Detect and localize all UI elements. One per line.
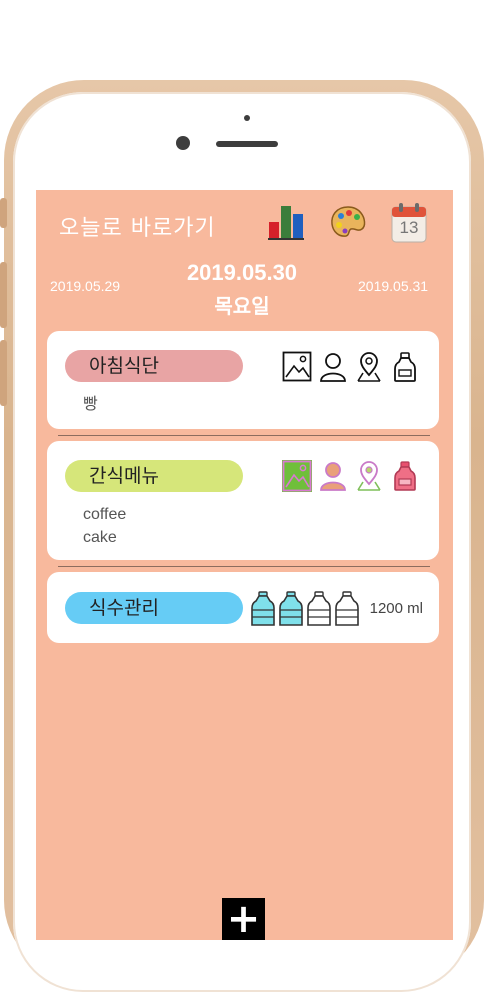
snack-card[interactable]: 간식메뉴 coffee cake bbox=[47, 441, 439, 560]
water-bottles bbox=[250, 591, 362, 627]
bottle-icon[interactable] bbox=[390, 460, 420, 492]
previous-date[interactable]: 2019.05.29 bbox=[50, 278, 120, 294]
bottle-icon[interactable] bbox=[390, 351, 420, 383]
breakfast-items: 빵 bbox=[83, 393, 98, 416]
breakfast-label: 아침식단 bbox=[65, 350, 243, 382]
phone-side-button bbox=[0, 198, 7, 228]
earpiece-speaker bbox=[216, 141, 278, 147]
current-weekday: 목요일 bbox=[214, 294, 270, 318]
water-amount: 1200 ml bbox=[369, 600, 423, 617]
water-bottle-filled-icon[interactable] bbox=[250, 591, 276, 627]
water-bottle-filled-icon[interactable] bbox=[278, 591, 304, 627]
divider bbox=[58, 566, 430, 567]
water-bottle-empty-icon[interactable] bbox=[306, 591, 332, 627]
breakfast-card[interactable]: 아침식단 빵 bbox=[47, 331, 439, 429]
palette-icon[interactable] bbox=[328, 202, 368, 242]
go-to-today-link[interactable]: 오늘로 바로가기 bbox=[59, 210, 216, 242]
water-bottle-empty-icon[interactable] bbox=[334, 591, 360, 627]
phone-side-button bbox=[0, 340, 7, 406]
calendar-icon[interactable]: 13 bbox=[390, 202, 428, 244]
image-icon[interactable] bbox=[282, 460, 312, 492]
front-camera bbox=[176, 136, 190, 150]
breakfast-item: 빵 bbox=[83, 396, 98, 413]
snack-item: cake bbox=[83, 529, 117, 546]
divider bbox=[58, 435, 430, 436]
snack-item: coffee bbox=[83, 506, 127, 523]
phone-side-button bbox=[0, 262, 7, 328]
person-icon[interactable] bbox=[318, 351, 348, 383]
snack-label: 간식메뉴 bbox=[65, 460, 243, 492]
current-date: 2019.05.30 bbox=[186, 260, 298, 285]
image-icon[interactable] bbox=[282, 351, 312, 383]
app-screen: 오늘로 바로가기 13 2019.05.29 2019.05.30 목요일 20… bbox=[36, 190, 453, 940]
snack-items: coffee cake bbox=[83, 503, 126, 549]
add-button[interactable]: + bbox=[222, 898, 265, 940]
sensor-dot bbox=[244, 115, 250, 121]
calendar-day-number: 13 bbox=[399, 218, 419, 237]
location-icon[interactable] bbox=[354, 460, 384, 492]
next-date[interactable]: 2019.05.31 bbox=[358, 278, 428, 294]
bar-chart-icon[interactable] bbox=[266, 202, 306, 242]
water-label: 식수관리 bbox=[65, 592, 243, 624]
location-icon[interactable] bbox=[354, 351, 384, 383]
water-card[interactable]: 식수관리 1200 ml bbox=[47, 572, 439, 643]
person-icon[interactable] bbox=[318, 460, 348, 492]
